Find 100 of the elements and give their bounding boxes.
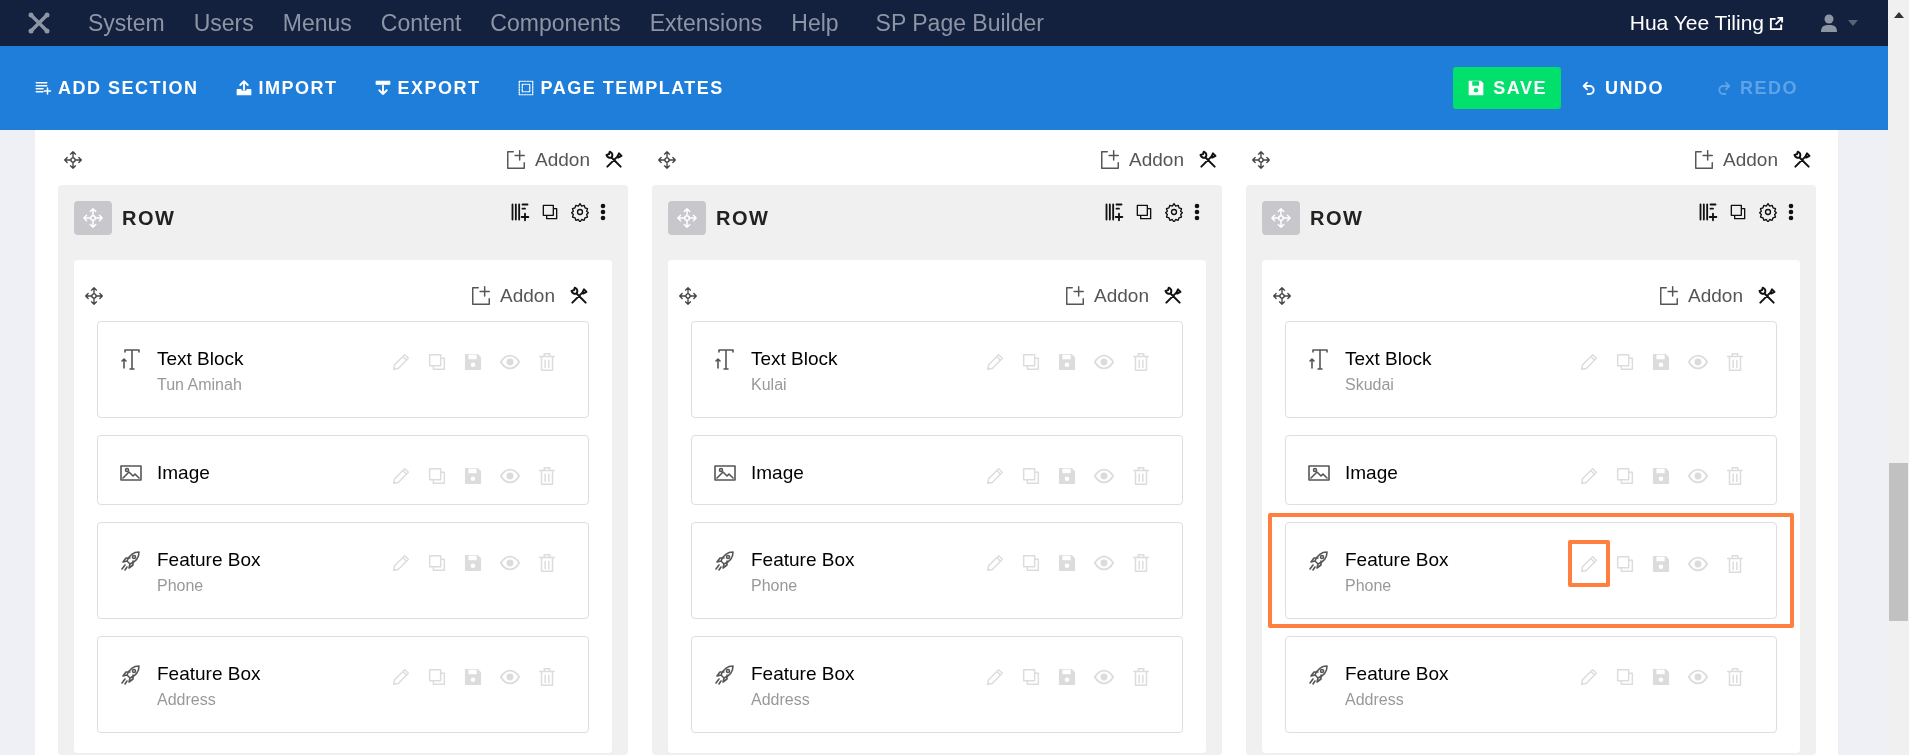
- save-icon[interactable]: [1056, 552, 1078, 574]
- addon-item[interactable]: Feature Box Phone: [97, 522, 589, 619]
- more-options-icon[interactable]: [600, 203, 606, 221]
- tools-icon[interactable]: [1198, 150, 1218, 170]
- addon-item[interactable]: Text Block Tun Aminah: [97, 321, 589, 418]
- add-addon-button[interactable]: Addon: [1658, 281, 1743, 311]
- user-name-link[interactable]: Hua Yee Tiling: [1629, 7, 1764, 39]
- add-addon-button[interactable]: Addon: [470, 281, 555, 311]
- toolbar-button[interactable]: ADD SECTION: [34, 74, 199, 102]
- add-addon-button[interactable]: Addon: [1099, 145, 1184, 175]
- delete-icon[interactable]: [536, 666, 558, 688]
- scroll-up-arrow-icon[interactable]: [1893, 12, 1904, 18]
- delete-icon[interactable]: [1130, 465, 1152, 487]
- delete-icon[interactable]: [1130, 666, 1152, 688]
- edit-icon[interactable]: [1578, 666, 1600, 688]
- save-icon[interactable]: [1056, 351, 1078, 373]
- toolbar-button[interactable]: EXPORT: [373, 74, 481, 102]
- scrollbar[interactable]: [1888, 0, 1909, 755]
- more-options-icon[interactable]: [1788, 203, 1794, 221]
- save-icon[interactable]: [1650, 465, 1672, 487]
- delete-icon[interactable]: [1724, 666, 1746, 688]
- addon-item[interactable]: Feature Box Address: [97, 636, 589, 733]
- tools-icon[interactable]: [604, 150, 624, 170]
- save-icon[interactable]: [462, 351, 484, 373]
- save-icon[interactable]: [1056, 666, 1078, 688]
- edit-icon[interactable]: [1578, 351, 1600, 373]
- edit-icon[interactable]: [390, 351, 412, 373]
- delete-icon[interactable]: [536, 552, 558, 574]
- delete-icon[interactable]: [1130, 351, 1152, 373]
- move-icon[interactable]: [678, 286, 698, 306]
- addon-item[interactable]: Feature Box Phone: [691, 522, 1183, 619]
- save-icon[interactable]: [462, 552, 484, 574]
- save-icon[interactable]: [462, 465, 484, 487]
- add-addon-button[interactable]: Addon: [505, 145, 590, 175]
- menu-item[interactable]: Content: [380, 5, 462, 41]
- settings-icon[interactable]: [1758, 202, 1778, 222]
- move-icon[interactable]: [1272, 286, 1292, 306]
- delete-icon[interactable]: [1724, 465, 1746, 487]
- tools-icon[interactable]: [1792, 150, 1812, 170]
- copy-icon[interactable]: [1134, 202, 1154, 222]
- save-icon[interactable]: [1056, 465, 1078, 487]
- rocket-icon: [1307, 662, 1331, 686]
- edit-icon[interactable]: [390, 465, 412, 487]
- settings-icon[interactable]: [570, 202, 590, 222]
- delete-icon[interactable]: [1130, 552, 1152, 574]
- menu-item[interactable]: System: [88, 5, 165, 41]
- menu-item[interactable]: Extensions: [649, 5, 763, 41]
- delete-icon[interactable]: [536, 351, 558, 373]
- toolbar-button[interactable]: PAGE TEMPLATES: [516, 74, 724, 102]
- addon-item[interactable]: Image: [1285, 435, 1777, 505]
- addon-item[interactable]: Image: [97, 435, 589, 505]
- addon-subtitle: Phone: [157, 576, 205, 596]
- row-move-button[interactable]: [668, 201, 706, 235]
- logo-icon[interactable]: [27, 11, 51, 35]
- row-move-button[interactable]: [1262, 201, 1300, 235]
- tools-icon[interactable]: [569, 286, 589, 306]
- edit-icon[interactable]: [984, 552, 1006, 574]
- move-icon[interactable]: [657, 150, 677, 170]
- addon-item[interactable]: Feature Box Phone: [1285, 522, 1777, 619]
- settings-icon[interactable]: [1164, 202, 1184, 222]
- menu-item[interactable]: Users: [193, 5, 254, 41]
- addon-item[interactable]: Feature Box Address: [691, 636, 1183, 733]
- addon-item[interactable]: Text Block Kulai: [691, 321, 1183, 418]
- toolbar-button[interactable]: IMPORT: [234, 74, 338, 102]
- move-icon[interactable]: [84, 286, 104, 306]
- menu-item[interactable]: Components: [490, 5, 621, 41]
- add-column-icon[interactable]: [1698, 202, 1718, 222]
- delete-icon[interactable]: [1724, 552, 1746, 575]
- addon-item[interactable]: Image: [691, 435, 1183, 505]
- user-menu-button[interactable]: [1820, 14, 1858, 32]
- edit-icon[interactable]: [984, 666, 1006, 688]
- add-addon-button[interactable]: Addon: [1693, 145, 1778, 175]
- undo-button[interactable]: UNDO: [1581, 74, 1664, 102]
- edit-icon[interactable]: [984, 351, 1006, 373]
- add-addon-button[interactable]: Addon: [1064, 281, 1149, 311]
- save-icon[interactable]: [1650, 666, 1672, 688]
- add-column-icon[interactable]: [510, 202, 530, 222]
- addon-item[interactable]: Text Block Skudai: [1285, 321, 1777, 418]
- edit-icon[interactable]: [1578, 465, 1600, 487]
- edit-icon[interactable]: [984, 465, 1006, 487]
- add-column-icon[interactable]: [1104, 202, 1124, 222]
- edit-icon[interactable]: [390, 552, 412, 574]
- scrollbar-thumb[interactable]: [1889, 463, 1908, 621]
- save-icon[interactable]: [462, 666, 484, 688]
- copy-icon[interactable]: [1728, 202, 1748, 222]
- menu-item[interactable]: Menus: [282, 5, 352, 41]
- edit-icon[interactable]: [390, 666, 412, 688]
- tools-icon[interactable]: [1163, 286, 1183, 306]
- move-icon[interactable]: [1251, 150, 1271, 170]
- copy-icon[interactable]: [540, 202, 560, 222]
- move-icon[interactable]: [63, 150, 83, 170]
- menu-item[interactable]: Help: [791, 5, 839, 41]
- delete-icon[interactable]: [1724, 351, 1746, 373]
- save-icon[interactable]: [1650, 351, 1672, 373]
- menu-item[interactable]: SP Page Builder: [875, 5, 1044, 41]
- delete-icon[interactable]: [536, 465, 558, 487]
- addon-item[interactable]: Feature Box Address: [1285, 636, 1777, 733]
- tools-icon[interactable]: [1757, 286, 1777, 306]
- more-options-icon[interactable]: [1194, 203, 1200, 221]
- row-move-button[interactable]: [74, 201, 112, 235]
